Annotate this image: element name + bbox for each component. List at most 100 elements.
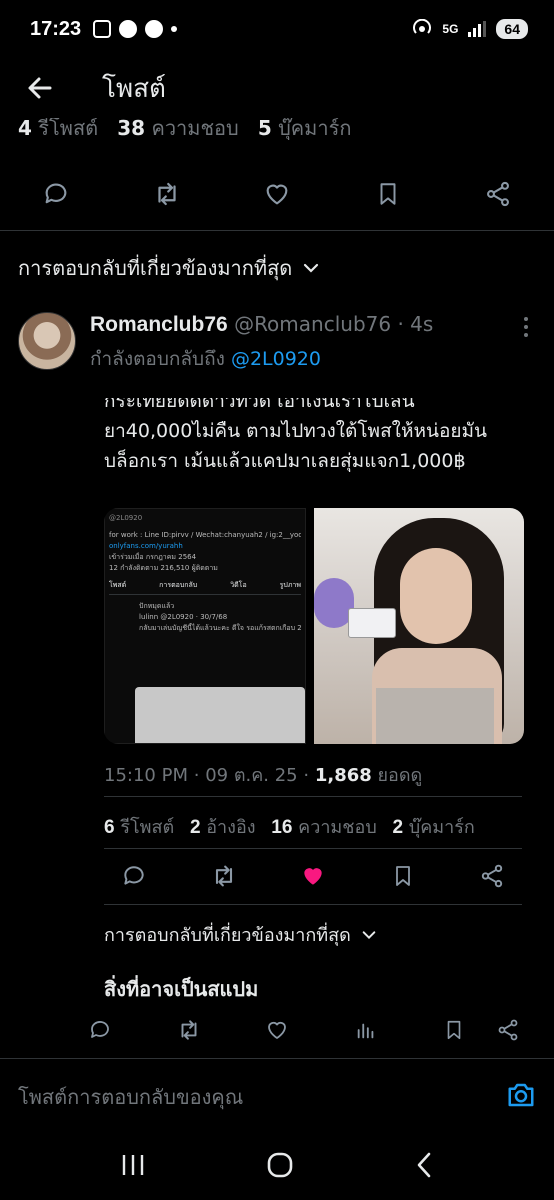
share-button[interactable] [472,856,512,896]
media-screenshot[interactable]: @2L0920 for work : Line ID:pirvv / Wecha… [104,508,306,744]
nested-reply-sort-label: การตอบกลับที่เกี่ยวข้องมากที่สุด [104,925,351,946]
shot-work: for work : Line ID:pirvv / Wechat:chanyu… [109,531,301,539]
back-button[interactable] [0,58,80,118]
arrow-left-icon [28,77,52,99]
spam-views-button[interactable] [346,1010,386,1050]
home-button[interactable] [266,1151,294,1183]
quotes-stat[interactable]: 2 อ้างอิง [190,817,256,838]
spam-bookmark-button[interactable] [434,1010,474,1050]
shot-tab: โพสต์ [109,581,127,589]
parent-bookmark-button[interactable] [368,174,408,214]
spam-share-button[interactable] [496,1010,520,1046]
repost-icon [181,1020,196,1040]
share-icon [498,1019,518,1041]
more-vertical-icon [524,317,528,337]
parent-reposts-label: รีโพสต์ [38,116,99,140]
screenshot-icon [93,20,112,38]
replying-prefix: กำลังตอบกลับถึง [90,348,225,370]
more-notifications-icon [171,26,178,32]
spam-repost-button[interactable] [169,1010,209,1050]
chevron-down-icon [362,930,376,939]
repost-icon [215,865,232,887]
media-photo[interactable] [314,508,524,744]
reply-button[interactable] [114,856,154,896]
share-icon [481,864,503,888]
parent-post-actions [0,174,554,214]
top-app-bar: โพสต์ [0,58,554,118]
battery-indicator: 64 [496,19,528,39]
post-time: 15:10 PM [104,765,188,786]
parent-like-button[interactable] [257,174,297,214]
reply-input[interactable]: โพสต์การตอบกลับของคุณ [18,1081,506,1113]
more-options-button[interactable] [520,316,532,342]
camera-button[interactable] [506,1081,536,1113]
post-views-sep: · [303,765,310,786]
post-date: 09 ต.ค. 25 [205,765,298,786]
reply-text-line: บล็อกเรา เม้นแล้วแคปมาเลยสุ่มแจก1,000฿ [104,450,466,472]
shot-follow: 12 กำลังติดตาม 216,510 ผู้ติดตาม [109,563,301,574]
bookmark-icon [447,1020,461,1040]
divider [104,848,522,849]
status-time: 17:23 [30,17,82,40]
reposts-label: รีโพสต์ [120,817,175,838]
reply-composer[interactable]: โพสต์การตอบกลับของคุณ [0,1058,554,1134]
reply-sort-dropdown[interactable]: การตอบกลับที่เกี่ยวข้องมากที่สุด [18,252,320,284]
possible-spam-section[interactable]: สิ่งที่อาจเป็นสแปม [104,973,258,1005]
quotes-count: 2 [189,817,201,838]
parent-reply-button[interactable] [36,174,76,214]
parent-reposts-count: 4 [18,116,32,140]
shot-joined: เข้าร่วมเมื่อ กรกฎาคม 2564 [109,553,197,561]
reply-header: Romanclub76 @Romanclub76 · 4s [90,312,433,337]
divider [0,230,554,231]
post-stats: 6 รีโพสต์ 2 อ้างอิง 16 ความชอบ 2 บุ๊คมาร… [104,812,475,841]
repost-button[interactable] [204,856,244,896]
shot-handle: @2L0920 [109,514,143,522]
divider [104,796,522,797]
replying-to: กำลังตอบกลับถึง @2L0920 [90,344,321,374]
spam-item-actions [0,1010,554,1050]
line-icon [119,20,138,38]
post-meta: 15:10 PM · 09 ต.ค. 25 · 1,868 ยอดดู [104,760,422,789]
parent-likes-label: ความชอบ [151,116,239,140]
media-gallery[interactable]: @2L0920 for work : Line ID:pirvv / Wecha… [104,508,524,744]
heart-filled-icon [304,868,322,885]
photo-top [376,688,494,744]
photo-face [400,548,472,644]
parent-share-button[interactable] [478,174,518,214]
shot-pinned-author: lulinn @2L0920 · 30/7/68 [139,613,228,621]
reposts-stat[interactable]: 6 รีโพสต์ [104,817,174,838]
parent-bookmarks-label: บุ๊คมาร์ก [278,116,352,140]
parent-repost-button[interactable] [147,174,187,214]
likes-count: 16 [271,817,293,838]
reply-icon [124,866,144,885]
author-handle[interactable]: @Romanclub76 [234,312,391,336]
bookmark-button[interactable] [383,856,423,896]
likes-stat[interactable]: 16 ความชอบ [271,817,376,838]
reply-icon [45,183,67,204]
heart-icon [266,184,288,205]
nested-reply-sort-dropdown[interactable]: การตอบกลับที่เกี่ยวข้องมากที่สุด [104,920,377,949]
recents-icon [122,1155,144,1175]
status-bar: 17:23 5G 64 [0,0,554,58]
system-back-button[interactable] [414,1151,434,1183]
post-age: · 4s [397,312,434,336]
views-count: 1,868 [314,765,372,786]
shot-following: 12 กำลังติดตาม [109,564,159,572]
like-button[interactable] [293,856,333,896]
hotspot-icon [413,19,432,34]
messenger-icon [145,20,164,38]
avatar[interactable] [18,312,76,370]
analytics-icon [357,1023,373,1039]
spam-like-button[interactable] [257,1010,297,1050]
shot-followers: 216,510 ผู้ติดตาม [160,564,218,572]
author-name[interactable]: Romanclub76 [90,313,228,336]
bookmarks-count: 2 [392,817,404,838]
recent-apps-button[interactable] [120,1153,146,1181]
replying-to-handle[interactable]: @2L0920 [231,348,321,370]
home-icon [267,1152,293,1178]
camera-icon [508,1083,534,1106]
quotes-label: อ้างอิง [206,817,256,838]
spam-reply-button[interactable] [80,1010,120,1050]
bookmarks-stat[interactable]: 2 บุ๊คมาร์ก [392,817,474,838]
notification-icons [93,20,178,38]
